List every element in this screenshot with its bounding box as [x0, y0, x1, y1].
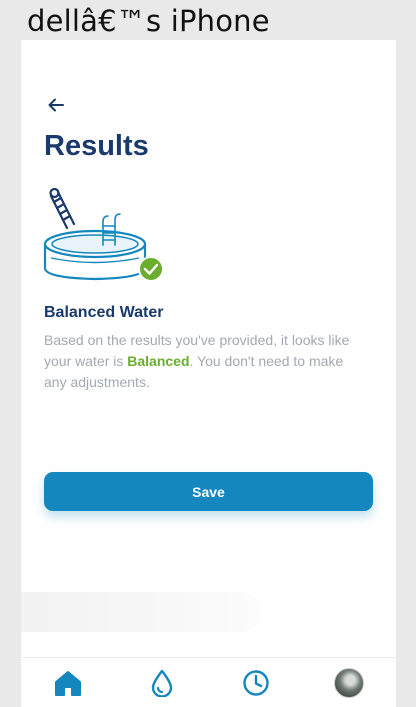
faded-placeholder [21, 592, 261, 632]
status-highlight: Balanced [127, 353, 190, 369]
home-icon [55, 671, 81, 696]
tab-water[interactable] [142, 658, 182, 707]
clock-icon [243, 670, 269, 696]
arrow-left-icon [48, 98, 64, 112]
result-description: Based on the results you've provided, it… [44, 330, 364, 393]
check-circle-icon [138, 256, 164, 282]
app-screen: Results Balanced Water Based on the resu… [21, 40, 396, 707]
page-title: Results [44, 130, 149, 162]
device-title: dellâ€™s iPhone [27, 4, 270, 38]
tab-history[interactable] [236, 658, 276, 707]
result-title: Balanced Water [44, 304, 164, 321]
avatar [334, 668, 364, 698]
pool-illustration [43, 187, 167, 282]
tab-home[interactable] [48, 658, 88, 707]
water-drop-icon [151, 669, 173, 697]
tab-profile[interactable] [329, 658, 369, 707]
back-button[interactable] [43, 92, 69, 118]
tab-bar [21, 657, 396, 707]
save-button[interactable]: Save [44, 472, 373, 511]
pool-icon [43, 187, 164, 282]
